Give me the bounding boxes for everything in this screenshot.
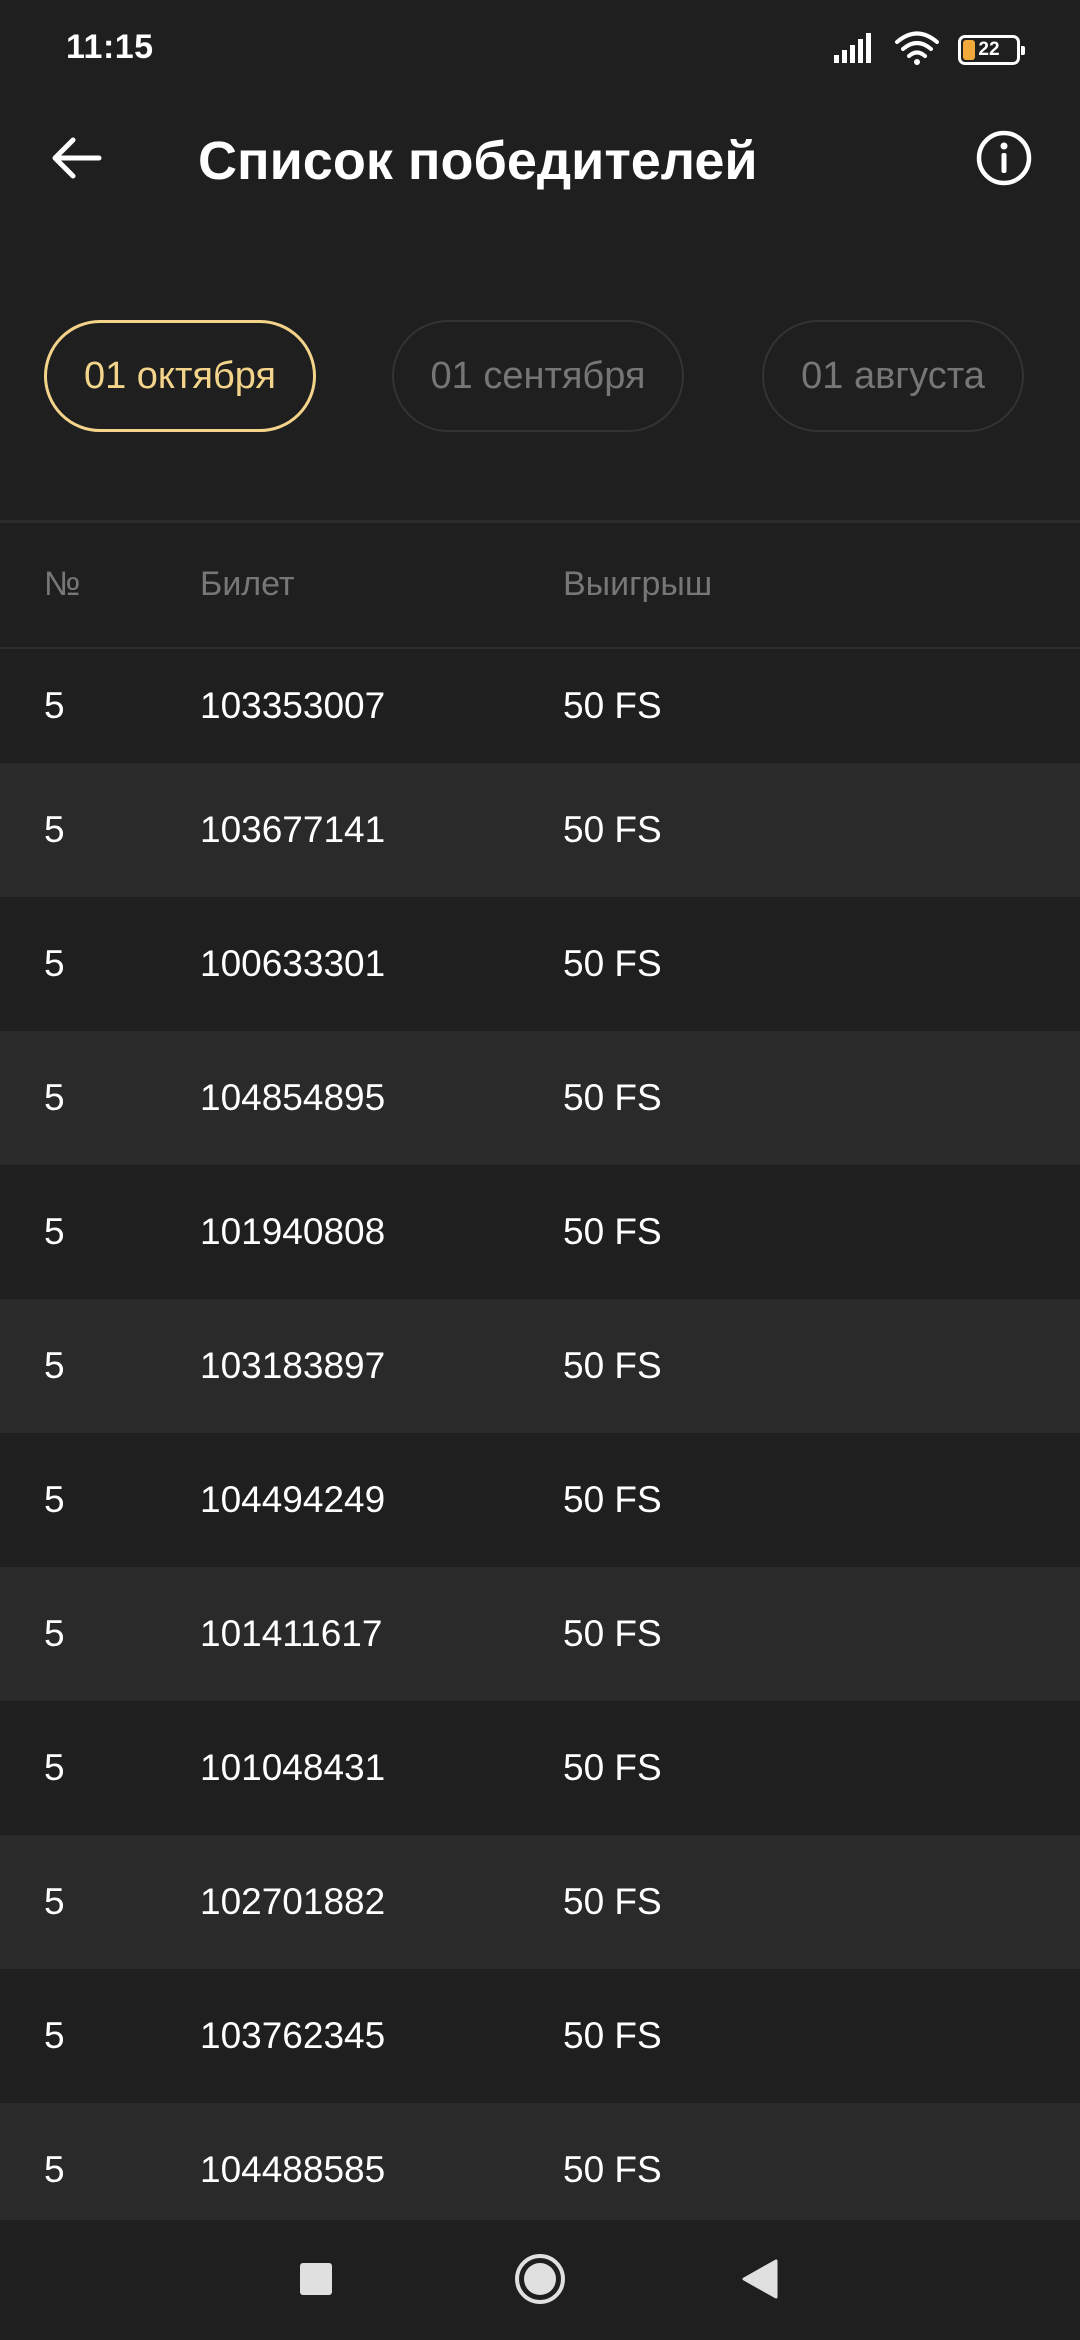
table-row: 5 104488585 50 FS — [0, 2103, 1080, 2237]
status-time: 11:15 — [66, 28, 154, 66]
cell-prize: 50 FS — [563, 1345, 662, 1386]
cell-number: 5 — [44, 1211, 65, 1252]
cell-prize: 50 FS — [563, 1881, 662, 1922]
date-tabs: 01 октября 01 сентября 01 августа — [0, 320, 1080, 432]
battery-icon: 22 — [958, 35, 1025, 65]
cell-prize: 50 FS — [563, 809, 662, 850]
tab-october[interactable]: 01 октября — [44, 320, 316, 432]
table-row: 5 104494249 50 FS — [0, 1433, 1080, 1567]
square-recents-icon — [299, 2262, 333, 2301]
status-icons: 22 — [834, 30, 1025, 70]
table-row: 5 102701882 50 FS — [0, 1835, 1080, 1969]
cell-ticket: 101048431 — [200, 1747, 386, 1788]
cell-number: 5 — [44, 2015, 65, 2056]
signal-icon — [834, 32, 876, 68]
cell-prize: 50 FS — [563, 1479, 662, 1520]
circle-home-icon — [513, 2252, 567, 2311]
info-icon — [975, 129, 1033, 192]
cell-prize: 50 FS — [563, 1211, 662, 1252]
battery-level: 22 — [978, 39, 1000, 60]
home-button[interactable] — [505, 2246, 575, 2316]
system-nav-bar — [0, 2220, 1080, 2340]
cell-ticket: 104854895 — [200, 1077, 386, 1118]
cell-ticket: 100633301 — [200, 943, 386, 984]
recents-button[interactable] — [281, 2246, 351, 2316]
table-header: № Билет Выигрыш — [0, 523, 1080, 647]
table-row: 5 100633301 50 FS — [0, 897, 1080, 1031]
cell-number: 5 — [44, 943, 65, 984]
cell-number: 5 — [44, 809, 65, 850]
cell-number: 5 — [44, 685, 65, 726]
cell-ticket: 103677141 — [200, 809, 386, 850]
page-title: Список победителей — [198, 131, 758, 191]
table-row: 5 103353007 50 FS — [0, 649, 1080, 763]
app-bar: Список победителей — [0, 100, 1080, 220]
table-row: 5 101048431 50 FS — [0, 1701, 1080, 1835]
table-row: 5 101940808 50 FS — [0, 1165, 1080, 1299]
triangle-back-icon — [741, 2258, 779, 2305]
column-header-number: № — [44, 565, 81, 603]
cell-prize: 50 FS — [563, 2149, 662, 2190]
table-row: 5 103762345 50 FS — [0, 1969, 1080, 2103]
cell-number: 5 — [44, 1077, 65, 1118]
cell-number: 5 — [44, 1747, 65, 1788]
cell-ticket: 103353007 — [200, 685, 386, 726]
table-row: 5 103183897 50 FS — [0, 1299, 1080, 1433]
cell-prize: 50 FS — [563, 685, 662, 726]
cell-ticket: 101411617 — [200, 1613, 383, 1654]
table-row: 5 101411617 50 FS — [0, 1567, 1080, 1701]
system-back-button[interactable] — [725, 2246, 795, 2316]
arrow-left-icon — [49, 135, 103, 186]
winners-table: 5 103353007 50 FS 5 103677141 50 FS 5 10… — [0, 649, 1080, 2237]
status-bar: 11:15 22 — [0, 0, 1080, 100]
wifi-icon — [894, 31, 940, 70]
cell-ticket: 101940808 — [200, 1211, 386, 1252]
column-header-ticket: Билет — [200, 565, 295, 603]
cell-ticket: 103762345 — [200, 2015, 386, 2056]
cell-prize: 50 FS — [563, 1613, 662, 1654]
cell-ticket: 104488585 — [200, 2149, 386, 2190]
table-row: 5 104854895 50 FS — [0, 1031, 1080, 1165]
cell-number: 5 — [44, 2149, 65, 2190]
cell-number: 5 — [44, 1479, 65, 1520]
cell-prize: 50 FS — [563, 1747, 662, 1788]
info-button[interactable] — [964, 120, 1044, 200]
cell-prize: 50 FS — [563, 943, 662, 984]
tab-august[interactable]: 01 августа — [762, 320, 1024, 432]
cell-number: 5 — [44, 1881, 65, 1922]
tab-september[interactable]: 01 сентября — [392, 320, 684, 432]
cell-prize: 50 FS — [563, 2015, 662, 2056]
table-row: 5 103677141 50 FS — [0, 763, 1080, 897]
cell-number: 5 — [44, 1345, 65, 1386]
cell-ticket: 102701882 — [200, 1881, 386, 1922]
column-header-prize: Выигрыш — [563, 565, 713, 603]
cell-ticket: 104494249 — [200, 1479, 386, 1520]
back-button[interactable] — [36, 120, 116, 200]
cell-number: 5 — [44, 1613, 65, 1654]
battery-fill — [963, 40, 975, 60]
cell-ticket: 103183897 — [200, 1345, 386, 1386]
cell-prize: 50 FS — [563, 1077, 662, 1118]
